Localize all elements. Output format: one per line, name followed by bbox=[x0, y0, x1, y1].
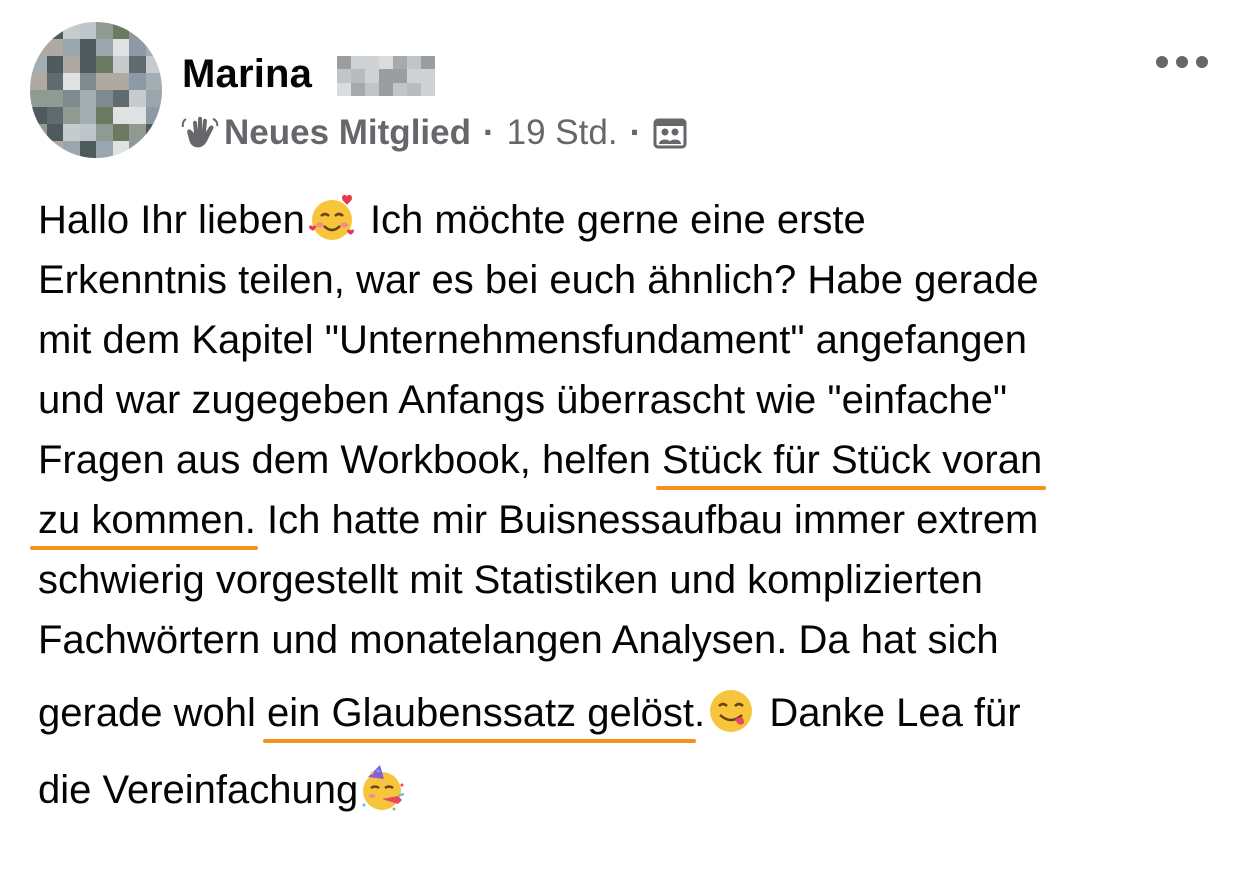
orange-underline bbox=[263, 739, 696, 743]
face-savoring-food-icon bbox=[710, 690, 753, 732]
meta-separator: · bbox=[482, 113, 495, 152]
post-line: die Vereinfachung bbox=[38, 760, 410, 820]
more-options-icon[interactable] bbox=[1156, 50, 1208, 74]
partying-face-icon bbox=[362, 765, 405, 811]
post-line: zu kommen. Ich hatte mir Buisnessaufbau … bbox=[30, 490, 1038, 550]
post-line: und war zugegeben Anfangs überrascht wie… bbox=[38, 378, 1008, 422]
waving-hand-icon bbox=[181, 116, 219, 148]
post-line: mit dem Kapitel "Unternehmensfundament" … bbox=[38, 318, 1028, 362]
post-meta: Neues Mitglied · 19 Std. · bbox=[180, 110, 687, 156]
avatar[interactable] bbox=[30, 22, 162, 158]
post-line: gerade wohl ein Glaubenssatz gelöst. Dan… bbox=[38, 683, 1021, 743]
highlighted-phrase: Stück für Stück voran bbox=[656, 438, 1047, 490]
post-line: Erkenntnis teilen, war es bei euch ähnli… bbox=[38, 258, 1039, 302]
post-line: Hallo Ihr lieben Ich möchte gerne eine e… bbox=[38, 190, 866, 250]
group-audience-icon[interactable] bbox=[653, 116, 687, 150]
highlighted-phrase: zu kommen. bbox=[30, 498, 258, 550]
post-line: Fachwörtern und monatelangen Analysen. D… bbox=[38, 618, 999, 662]
author-name[interactable]: Marina bbox=[182, 50, 312, 98]
post-line: Fragen aus dem Workbook, helfen Stück fü… bbox=[38, 430, 1047, 490]
smiling-face-with-hearts-icon bbox=[308, 194, 354, 240]
post-line: schwierig vorgestellt mit Statistiken un… bbox=[38, 558, 983, 602]
member-badge[interactable]: Neues Mitglied bbox=[224, 113, 471, 153]
post-timestamp[interactable]: 19 Std. bbox=[507, 113, 618, 153]
highlighted-phrase: ein Glaubenssatz gelöst bbox=[263, 691, 696, 743]
post-card: Marina Neues Mitglied · 19 Std. · Hallo bbox=[0, 0, 1242, 891]
meta-separator: · bbox=[629, 113, 642, 152]
blurred-surname bbox=[337, 56, 435, 96]
